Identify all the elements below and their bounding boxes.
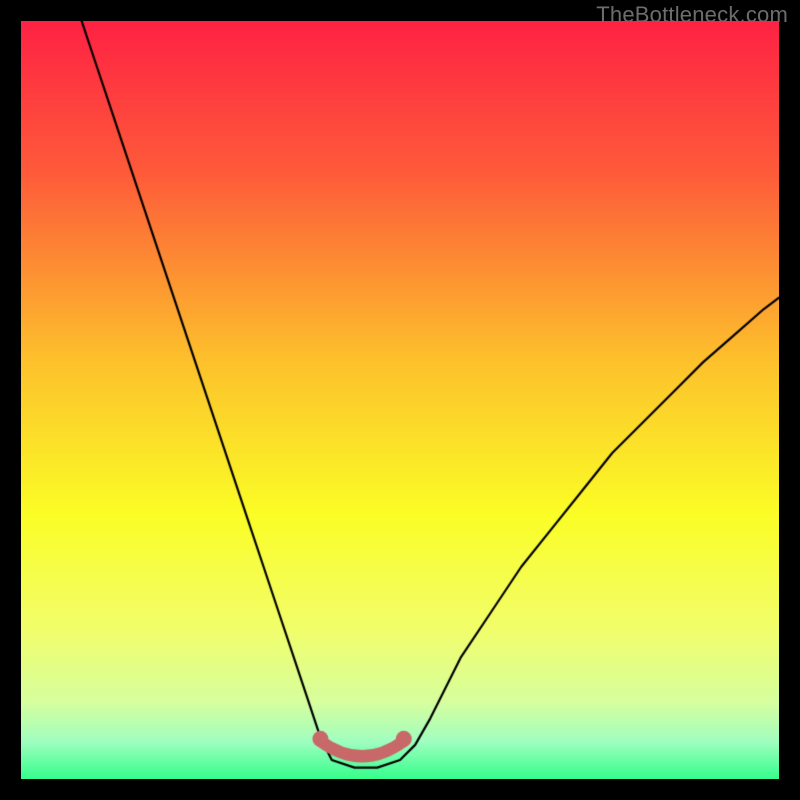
chart-container: TheBottleneck.com <box>0 0 800 800</box>
watermark-text: TheBottleneck.com <box>596 2 788 28</box>
bottleneck-curve-plot <box>21 21 779 779</box>
